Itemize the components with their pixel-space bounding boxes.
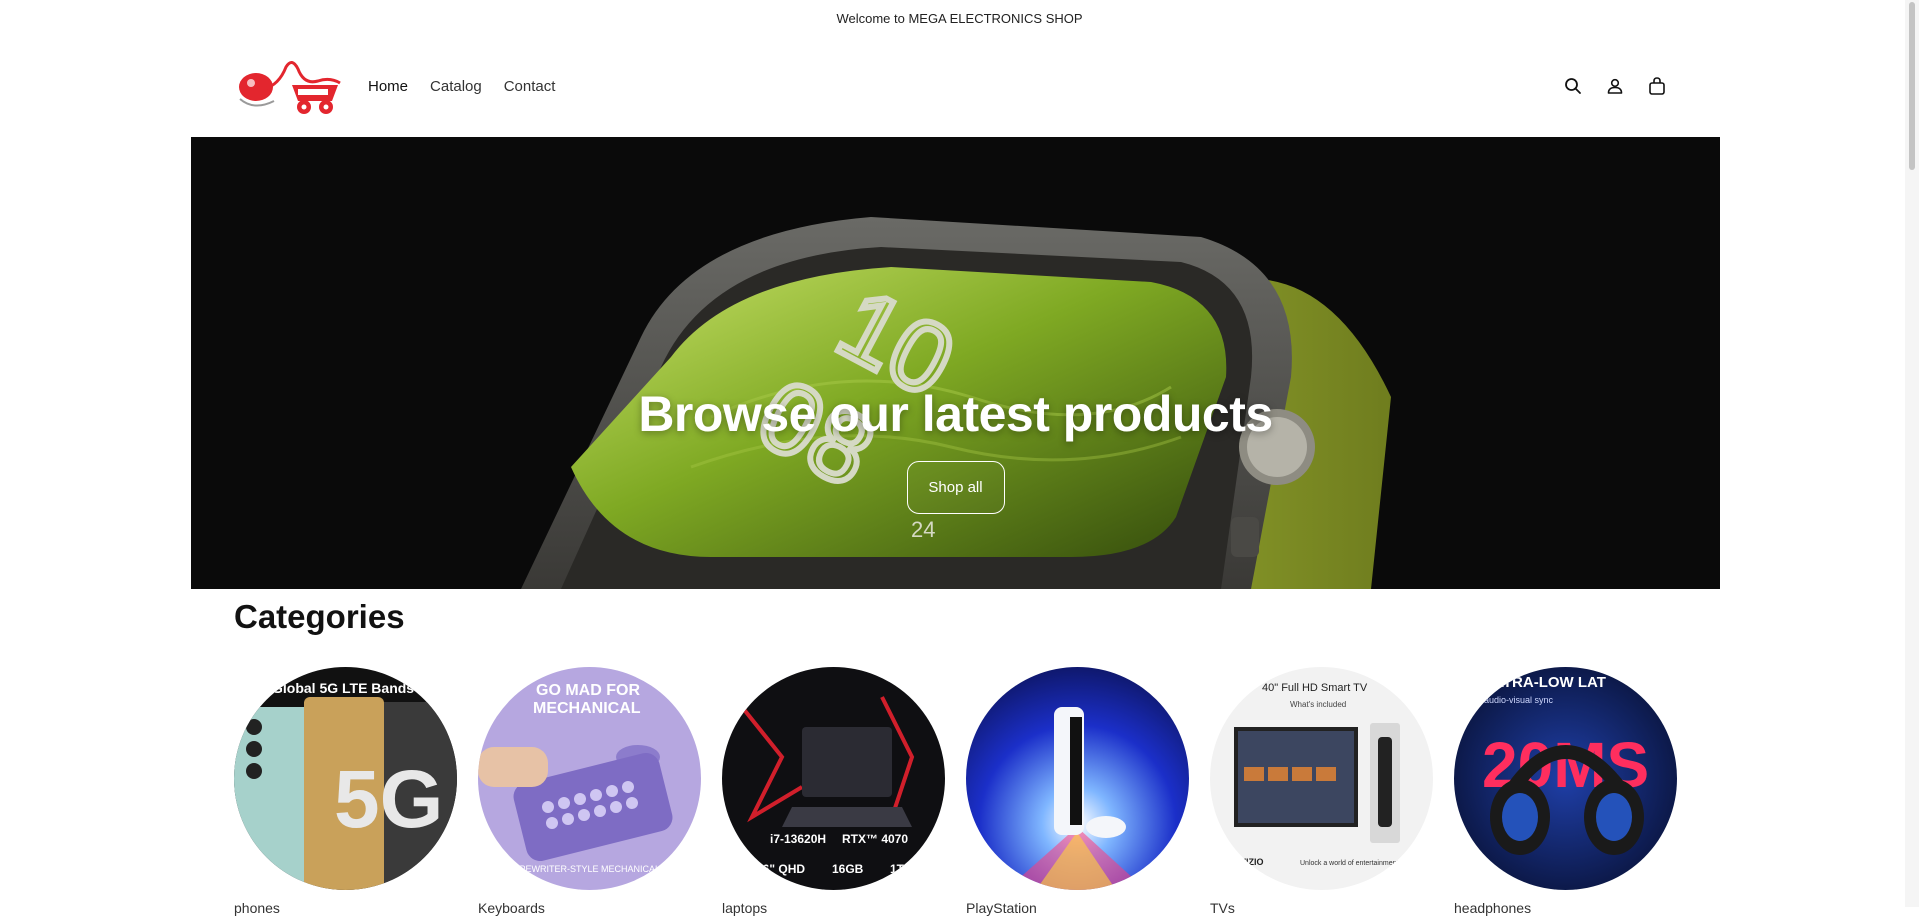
category-image-text: 16GB bbox=[832, 862, 864, 876]
nav-contact-link[interactable]: Contact bbox=[504, 78, 556, 95]
category-image-text: Global 5G LTE Bands bbox=[272, 680, 414, 696]
category-image-text: TYPEWRITER-STYLE MECHANICAL KE bbox=[508, 864, 674, 874]
category-list: Global 5G LTE Bands 5G phones GO MAD FOR… bbox=[234, 667, 1677, 916]
main-nav: Home Catalog Contact bbox=[368, 78, 555, 95]
category-label: TVs bbox=[1210, 900, 1235, 916]
category-card-tvs[interactable]: 40" Full HD Smart TV What's included VIZ… bbox=[1210, 667, 1433, 916]
category-card-playstation[interactable]: PlayStation bbox=[966, 667, 1189, 916]
category-card-headphones[interactable]: ULTRA-LOW LAT audio-visual sync 20MS hea… bbox=[1454, 667, 1677, 916]
shop-all-button[interactable]: Shop all bbox=[906, 461, 1005, 514]
svg-text:24: 24 bbox=[911, 517, 935, 542]
category-image-text: MECHANICAL bbox=[533, 700, 641, 717]
category-image-text: 16.6" QHD bbox=[746, 862, 805, 876]
category-image-text: 1TB bbox=[890, 862, 913, 876]
category-label: Keyboards bbox=[478, 900, 545, 916]
category-image-text: ULTRA-LOW LAT bbox=[1484, 674, 1606, 691]
category-label: phones bbox=[234, 900, 280, 916]
smartwatch-hero-image: 10 08 24 bbox=[521, 217, 1391, 589]
category-card-laptops[interactable]: i7-13620H RTX™ 4070 16.6" QHD 16GB 1TB l… bbox=[722, 667, 945, 916]
category-card-phones[interactable]: Global 5G LTE Bands 5G phones bbox=[234, 667, 457, 916]
page-scrollbar[interactable] bbox=[1905, 0, 1919, 907]
category-image-text: RTX™ 4070 bbox=[842, 832, 908, 846]
announcement-text: Welcome to MEGA ELECTRONICS SHOP bbox=[836, 10, 1083, 26]
category-image-text: 5G bbox=[334, 754, 443, 845]
categories-heading: Categories bbox=[234, 598, 405, 635]
category-label: headphones bbox=[1454, 900, 1532, 916]
nav-home-link[interactable]: Home bbox=[368, 78, 408, 95]
cart-icon[interactable] bbox=[1646, 75, 1668, 97]
category-image-keyboards[interactable]: GO MAD FOR MECHANICAL TYPEWRITER-STYLE M… bbox=[478, 667, 701, 890]
category-card-keyboards[interactable]: GO MAD FOR MECHANICAL TYPEWRITER-STYLE M… bbox=[478, 667, 701, 916]
search-icon[interactable] bbox=[1562, 75, 1584, 97]
category-label: PlayStation bbox=[966, 900, 1037, 916]
hero-content: Browse our latest products Shop all bbox=[191, 385, 1720, 514]
category-image-phones[interactable]: Global 5G LTE Bands 5G bbox=[234, 667, 457, 890]
category-image-text: Unlock a world of entertainment bbox=[1300, 860, 1398, 867]
category-image-text: GO MAD FOR bbox=[536, 682, 640, 699]
announcement-bar: Welcome to MEGA ELECTRONICS SHOP bbox=[0, 0, 1919, 36]
category-image-playstation[interactable] bbox=[966, 667, 1189, 890]
site-header: Home Catalog Contact bbox=[234, 36, 1919, 136]
header-icons bbox=[1562, 36, 1668, 136]
nav-catalog-link[interactable]: Catalog bbox=[430, 78, 482, 95]
category-image-laptops[interactable]: i7-13620H RTX™ 4070 16.6" QHD 16GB 1TB bbox=[722, 667, 945, 890]
category-image-text: What's included bbox=[1290, 700, 1346, 709]
store-logo[interactable] bbox=[234, 55, 346, 117]
hero-title: Browse our latest products bbox=[638, 386, 1273, 442]
hero-banner: 10 08 24 Browse our latest products Shop… bbox=[191, 137, 1720, 589]
category-image-text: audio-visual sync bbox=[1484, 695, 1554, 705]
account-icon[interactable] bbox=[1604, 75, 1626, 97]
category-image-text: i7-13620H bbox=[770, 832, 826, 846]
category-label: laptops bbox=[722, 900, 768, 916]
category-image-headphones[interactable]: ULTRA-LOW LAT audio-visual sync 20MS bbox=[1454, 667, 1677, 890]
category-image-tvs[interactable]: 40" Full HD Smart TV What's included VIZ… bbox=[1210, 667, 1433, 890]
scrollbar-thumb[interactable] bbox=[1909, 2, 1915, 170]
category-image-text: 40" Full HD Smart TV bbox=[1262, 682, 1368, 694]
category-image-text: VIZIO bbox=[1240, 857, 1264, 867]
